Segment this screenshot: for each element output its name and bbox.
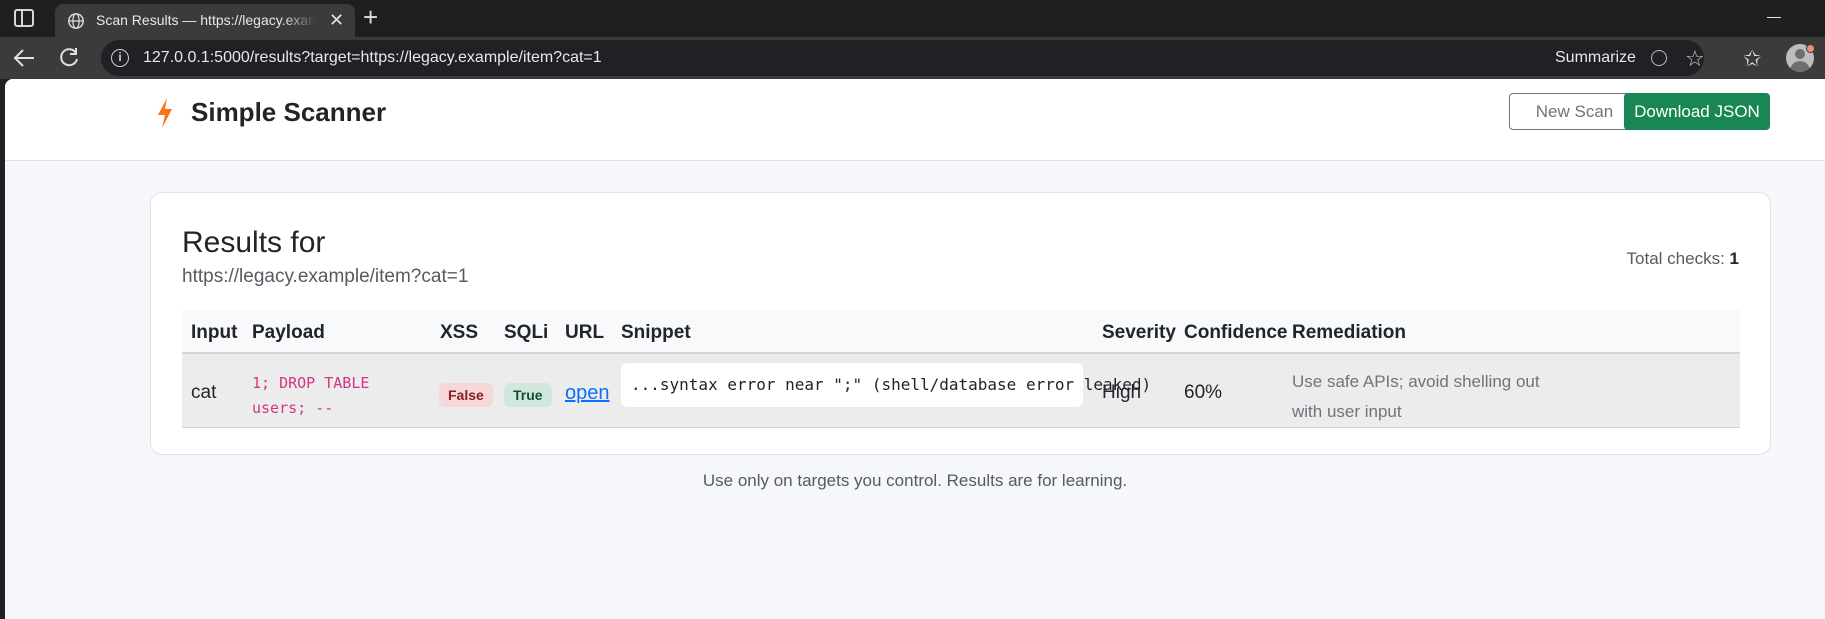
favorites-icon[interactable]: ✩ (1743, 46, 1761, 72)
browser-tab-bar: Scan Results — https://legacy.example/it… (0, 0, 1825, 37)
footer-disclaimer: Use only on targets you control. Results… (702, 471, 1128, 490)
results-heading: Results for (182, 226, 326, 259)
address-bar-url[interactable]: 127.0.0.1:5000/results?target=https://le… (143, 49, 602, 67)
column-header-remediation: Remediation (1292, 322, 1407, 343)
cell-payload: 1; DROP TABLE users; -- (252, 374, 370, 417)
tab-actions-icon[interactable] (14, 9, 34, 27)
xss-badge: False (439, 383, 493, 407)
reload-icon[interactable] (56, 45, 82, 71)
page-viewport: Simple Scanner New Scan Download JSON Re… (5, 79, 1825, 619)
summarize-button[interactable]: Summarize (1555, 49, 1636, 67)
summarize-icon[interactable] (1651, 50, 1667, 66)
open-url-link[interactable]: open (565, 382, 610, 405)
column-header-severity: Severity (1102, 322, 1176, 343)
total-checks: Total checks: 1 (1627, 249, 1739, 269)
close-tab-icon[interactable]: ✕ (329, 10, 344, 31)
sqli-badge: True (504, 383, 552, 407)
column-header-payload: Payload (252, 322, 325, 343)
browser-tab-active[interactable]: Scan Results — https://legacy.example/it… (55, 4, 355, 37)
cell-remediation: Use safe APIs; avoid shelling out with u… (1292, 372, 1540, 421)
column-header-sqli: SQLi (504, 322, 549, 343)
cell-snippet: ...syntax error near ";" (shell/database… (621, 363, 1151, 407)
results-card: Results for https://legacy.example/item?… (150, 192, 1771, 455)
column-header-snippet: Snippet (621, 322, 691, 343)
tab-title: Scan Results — https://legacy.example/it… (96, 12, 316, 28)
column-header-xss: XSS (440, 322, 479, 343)
cell-confidence: 60% (1184, 382, 1223, 403)
globe-icon (68, 13, 84, 29)
site-info-icon[interactable]: i (111, 49, 129, 67)
total-checks-value: 1 (1729, 249, 1739, 268)
minimize-window-icon[interactable] (1767, 17, 1781, 18)
profile-notification-dot (1806, 44, 1815, 53)
back-arrow-icon[interactable] (10, 45, 38, 71)
new-tab-icon[interactable]: + (363, 2, 378, 33)
column-header-input: Input (191, 322, 238, 343)
new-scan-button[interactable]: New Scan (1509, 93, 1640, 130)
results-target-url: https://legacy.example/item?cat=1 (182, 266, 469, 287)
table-row: cat 1; DROP TABLE users; -- False True o… (182, 354, 1740, 428)
bookmark-star-icon[interactable]: ☆ (1685, 46, 1705, 72)
site-header: Simple Scanner New Scan Download JSON (5, 79, 1825, 161)
download-json-button[interactable]: Download JSON (1624, 93, 1770, 130)
total-checks-label: Total checks: (1626, 249, 1730, 268)
brand-title[interactable]: Simple Scanner (191, 97, 386, 128)
address-bar[interactable]: i 127.0.0.1:5000/results?target=https://… (101, 40, 1705, 76)
cell-input: cat (191, 382, 217, 403)
table-header: Input Payload XSS SQLi URL Snippet Sever… (182, 310, 1740, 354)
column-header-url: URL (565, 322, 605, 343)
browser-toolbar: i 127.0.0.1:5000/results?target=https://… (0, 37, 1825, 79)
cell-severity: High (1102, 382, 1142, 403)
column-header-confidence: Confidence (1184, 322, 1288, 343)
lightning-bolt-icon (158, 98, 172, 128)
